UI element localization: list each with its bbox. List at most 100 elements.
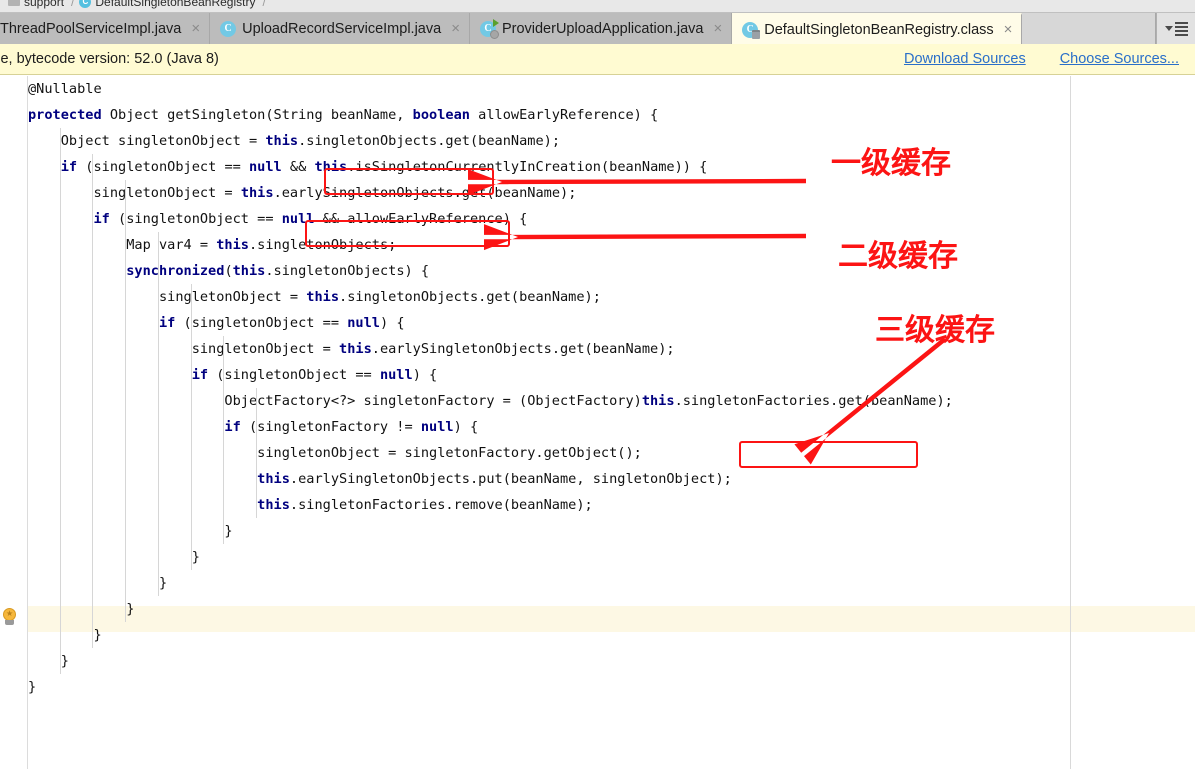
- code-line[interactable]: }: [28, 570, 1188, 596]
- code-content[interactable]: @Nullable protected Object getSingleton(S…: [28, 76, 1188, 700]
- code-token: }: [126, 601, 135, 617]
- code-token: .singletonFactories.remove(beanName);: [289, 497, 593, 513]
- indent-guide: [92, 154, 94, 648]
- code-line[interactable]: ObjectFactory<?> singletonFactory = (Obj…: [28, 388, 1188, 414]
- code-line[interactable]: this.earlySingletonObjects.put(beanName,…: [28, 466, 1188, 492]
- code-token: }: [28, 679, 37, 695]
- code-line[interactable]: singletonObject = this.earlySingletonObj…: [28, 336, 1188, 362]
- java-class-icon: C: [220, 20, 237, 37]
- code-token: }: [158, 575, 168, 591]
- code-line[interactable]: Object singletonObject = this.singletonO…: [28, 128, 1188, 154]
- breadcrumb[interactable]: support / C DefaultSingletonBeanRegistry…: [0, 0, 1195, 13]
- tab-label: DefaultSingletonBeanRegistry.class: [764, 21, 994, 38]
- code-line[interactable]: singletonObject = singletonFactory.getOb…: [28, 440, 1188, 466]
- code-line[interactable]: this.singletonFactories.remove(beanName)…: [28, 492, 1188, 518]
- code-keyword: this: [257, 497, 290, 513]
- decompiler-notification-bar: ile, bytecode version: 52.0 (Java 8) Dow…: [0, 44, 1195, 75]
- choose-sources-link[interactable]: Choose Sources...: [1060, 51, 1179, 67]
- code-line[interactable]: singletonObject = this.singletonObjects.…: [28, 284, 1188, 310]
- code-token: ) {: [379, 315, 405, 331]
- code-line[interactable]: }: [28, 544, 1188, 570]
- close-icon[interactable]: ×: [451, 21, 460, 36]
- code-line[interactable]: if (singletonFactory != null) {: [28, 414, 1188, 440]
- code-keyword: boolean: [412, 107, 470, 123]
- code-token: .earlySingletonObjects.get(beanName);: [273, 185, 577, 201]
- breadcrumb-item-class[interactable]: C DefaultSingletonBeanRegistry: [79, 0, 255, 9]
- code-keyword: null: [420, 419, 454, 435]
- close-icon[interactable]: ×: [191, 21, 200, 36]
- indent-guide: [125, 180, 127, 622]
- tab-label: ProviderUploadApplication.java: [501, 20, 704, 37]
- breadcrumb-label: support: [24, 0, 65, 9]
- code-token: @Nullable: [28, 81, 102, 97]
- code-keyword: this: [232, 263, 266, 279]
- code-keyword: protected: [28, 107, 102, 123]
- code-keyword: this: [314, 159, 348, 175]
- indent-guide: [59, 128, 61, 674]
- code-token: .earlySingletonObjects.get(beanName);: [371, 341, 675, 357]
- code-token: Object getSingleton(String beanName,: [101, 107, 413, 123]
- code-token: (singletonFactory !=: [240, 419, 421, 435]
- indent-guide: [190, 284, 192, 570]
- code-keyword: this: [240, 185, 274, 201]
- code-token: }: [93, 627, 102, 643]
- code-token: .singletonObjects.get(beanName);: [298, 133, 561, 149]
- code-line[interactable]: }: [28, 622, 1188, 648]
- code-token: singletonObject = singletonFactory.getOb…: [257, 445, 642, 461]
- indent-guide: [223, 336, 225, 544]
- breadcrumb-separator: /: [262, 0, 266, 9]
- code-line[interactable]: }: [28, 518, 1188, 544]
- breadcrumb-item-support[interactable]: support: [8, 0, 64, 9]
- code-token: &&: [281, 159, 315, 175]
- code-line[interactable]: if (singletonObject == null && this.isSi…: [28, 154, 1188, 180]
- code-keyword: this: [257, 471, 290, 487]
- tab-threadpoolserviceimpl[interactable]: ThreadPoolServiceImpl.java ×: [0, 13, 211, 44]
- tab-list-menu-button[interactable]: [1156, 13, 1195, 44]
- code-line[interactable]: Map var4 = this.singletonObjects;: [28, 232, 1188, 258]
- code-token: ) {: [453, 419, 479, 435]
- code-token: (singletonObject ==: [175, 315, 348, 331]
- code-keyword: null: [347, 315, 380, 331]
- code-token: allowEarlyReference) {: [469, 107, 659, 123]
- code-editor[interactable]: ★ @Nullable protected Object getSingleton…: [0, 76, 1195, 769]
- notification-message: ile, bytecode version: 52.0 (Java 8): [0, 51, 219, 67]
- code-line[interactable]: synchronized(this.singletonObjects) {: [28, 258, 1188, 284]
- code-token: && allowEarlyReference) {: [314, 211, 528, 227]
- code-line[interactable]: if (singletonObject == null) {: [28, 310, 1188, 336]
- editor-gutter[interactable]: [0, 76, 28, 769]
- code-keyword: this: [216, 237, 249, 253]
- intention-bulb-icon[interactable]: ★: [1, 608, 18, 627]
- annotation-label-level-1-cache: 一级缓存: [831, 146, 951, 181]
- download-sources-link[interactable]: Download Sources: [904, 51, 1026, 67]
- close-icon[interactable]: ×: [1004, 22, 1013, 37]
- notification-links: Download Sources Choose Sources...: [904, 51, 1195, 67]
- code-line[interactable]: if (singletonObject == null && allowEarl…: [28, 206, 1188, 232]
- code-line[interactable]: singletonObject = this.earlySingletonObj…: [28, 180, 1188, 206]
- tab-label: UploadRecordServiceImpl.java: [242, 20, 442, 37]
- code-token: .earlySingletonObjects.put(beanName, sin…: [289, 471, 732, 487]
- code-token: .singletonObjects;: [249, 237, 397, 253]
- code-keyword: if: [93, 211, 110, 227]
- code-token: .singletonObjects.get(beanName);: [339, 289, 601, 305]
- tab-uploadrecordserviceimpl[interactable]: C UploadRecordServiceImpl.java ×: [210, 13, 470, 44]
- code-line[interactable]: }: [28, 648, 1188, 674]
- code-line[interactable]: }: [28, 674, 1188, 700]
- code-line[interactable]: @Nullable: [28, 76, 1188, 102]
- code-line[interactable]: protected Object getSingleton(String bea…: [28, 102, 1188, 128]
- close-icon[interactable]: ×: [713, 21, 722, 36]
- code-token: ) {: [412, 367, 438, 383]
- code-keyword: if: [224, 419, 241, 435]
- code-token: (singletonObject ==: [77, 159, 249, 175]
- code-line[interactable]: if (singletonObject == null) {: [28, 362, 1188, 388]
- code-keyword: synchronized: [126, 263, 225, 279]
- breadcrumb-separator: /: [71, 0, 75, 9]
- code-token: .singletonFactories.get(beanName);: [674, 393, 953, 409]
- tab-defaultsingletonbeanregistry[interactable]: C DefaultSingletonBeanRegistry.class ×: [732, 13, 1023, 44]
- chevron-down-icon: [1164, 26, 1173, 31]
- indent-guide: [157, 232, 159, 596]
- spring-boot-run-icon: C: [479, 18, 499, 39]
- code-keyword: null: [249, 159, 282, 175]
- code-line[interactable]: }: [28, 596, 1188, 622]
- tab-provideruploadapplication[interactable]: C ProviderUploadApplication.java ×: [469, 13, 733, 44]
- class-icon: C: [79, 0, 92, 8]
